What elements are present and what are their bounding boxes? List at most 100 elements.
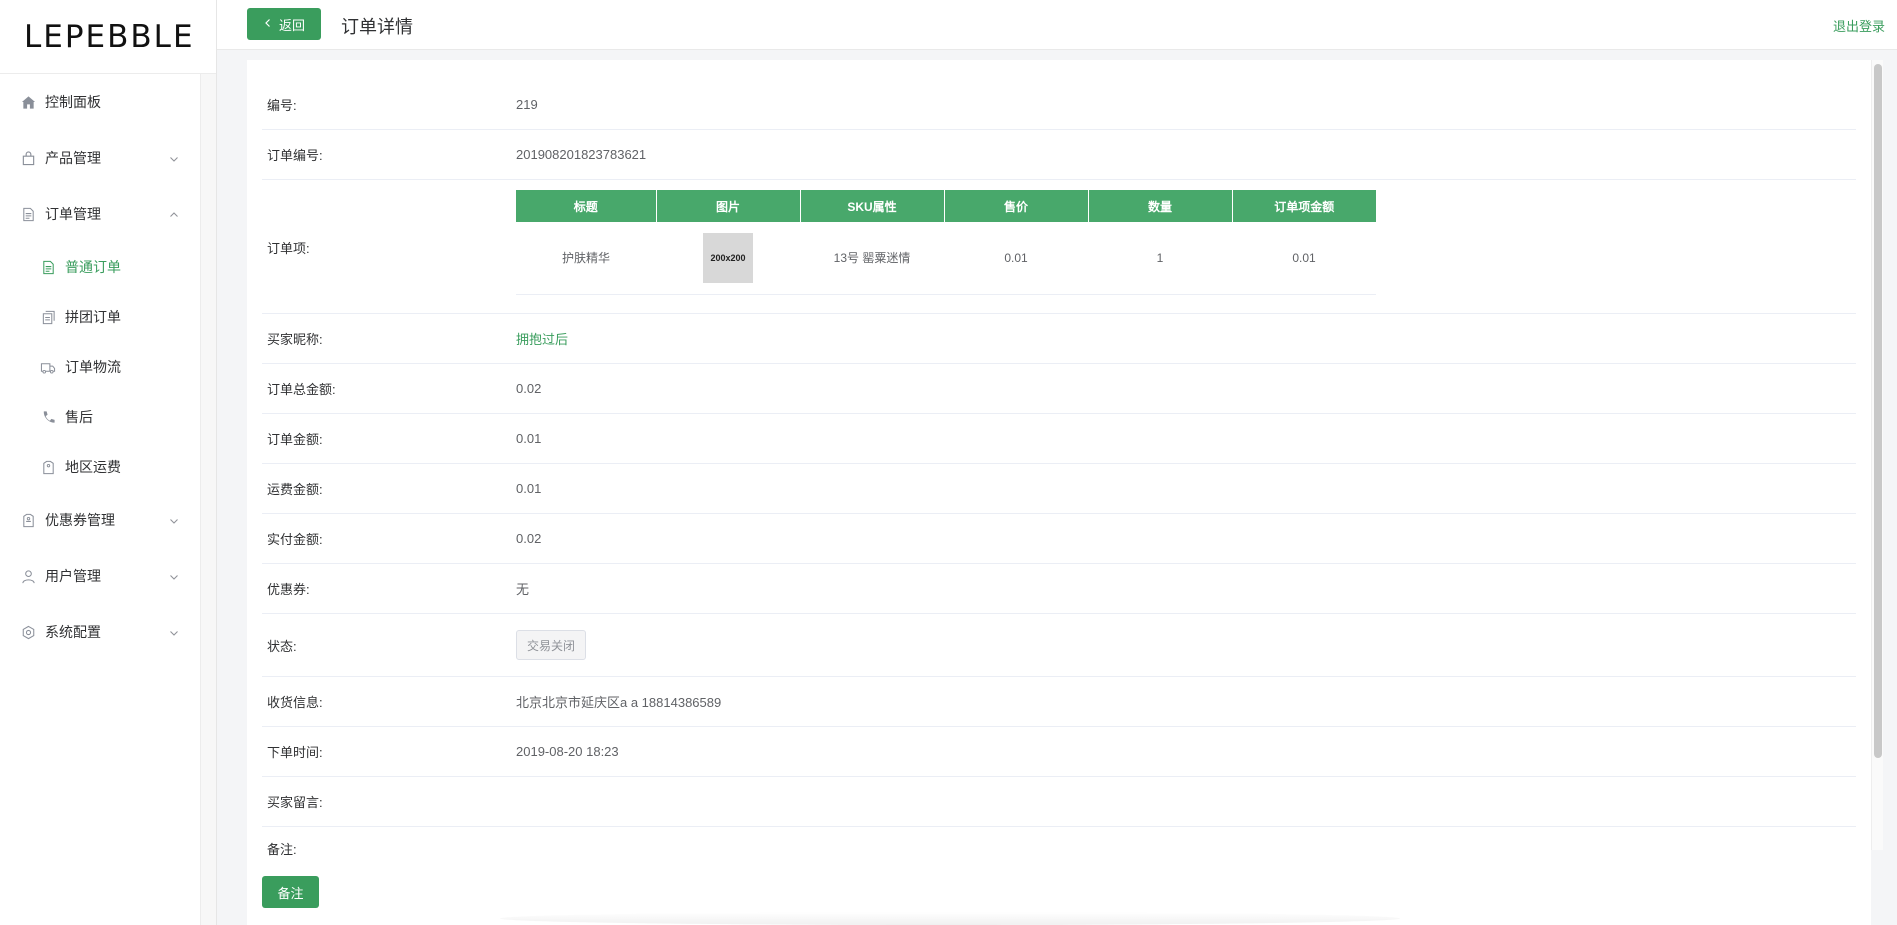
top-header: 返回 订单详情 退出登录 (217, 0, 1897, 50)
detail-row-remark: 备注: (262, 827, 1856, 862)
detail-row-coupon: 优惠券: 无 (262, 564, 1856, 614)
user-icon (20, 568, 36, 584)
content-scrollbar[interactable] (1871, 60, 1883, 850)
order-detail-card: 编号: 219 订单编号: 201908201823783621 订单项: 标题… (247, 60, 1871, 862)
coupon-icon (20, 512, 36, 528)
buyer-label: 买家昵称: (267, 332, 323, 347)
id-value: 219 (516, 97, 538, 112)
freight-label: 运费金额: (267, 482, 323, 497)
sidebar-item-label: 普通订单 (65, 259, 121, 275)
sidebar-item-region-freight[interactable]: 地区运费 (0, 442, 200, 492)
freight-value: 0.01 (516, 481, 542, 496)
coupon-label: 优惠券: (267, 582, 310, 597)
sidebar-item-label: 售后 (65, 409, 93, 425)
sidebar-item-label: 拼团订单 (65, 309, 121, 325)
id-label: 编号: (267, 98, 297, 113)
item-sku: 13号 罂粟迷情 (800, 222, 944, 295)
detail-row-order-no: 订单编号: 201908201823783621 (262, 130, 1856, 180)
order-items-table: 标题 图片 SKU属性 售价 数量 订单项金额 护肤精华 200x200 13号… (516, 190, 1376, 295)
sidebar-item-system-config[interactable]: 系统配置 (0, 604, 200, 660)
logout-link[interactable]: 退出登录 (1833, 16, 1885, 35)
page-title: 订单详情 (341, 17, 413, 37)
sidebar-item-dashboard[interactable]: 控制面板 (0, 74, 200, 130)
column-header: 标题 (516, 190, 657, 222)
remark-label: 备注: (267, 842, 297, 857)
document-icon (20, 206, 36, 222)
logo: LEPEBBLE (0, 0, 216, 74)
status-badge: 交易关闭 (516, 630, 587, 660)
sidebar-item-products[interactable]: 产品管理 (0, 130, 200, 186)
sidebar-item-orders[interactable]: 订单管理 (0, 186, 200, 242)
chevron-down-icon (168, 570, 180, 582)
order-amount-value: 0.01 (516, 431, 542, 446)
app-root: LEPEBBLE 控制面板 产品管理 订单管理 普通订单 拼团订单 订单物流 售… (0, 0, 1897, 925)
column-header: 图片 (656, 190, 801, 222)
document-icon (40, 259, 56, 275)
back-button-label: 返回 (278, 17, 305, 33)
column-header: 售价 (944, 190, 1089, 222)
chevron-left-icon (263, 17, 273, 31)
column-header: SKU属性 (800, 190, 945, 222)
item-image-cell: 200x200 (656, 222, 800, 295)
buyer-link[interactable]: 拥抱过后 (516, 329, 568, 348)
total-value: 0.02 (516, 381, 542, 396)
total-label: 订单总金额: (267, 382, 336, 397)
bottom-shadow (500, 912, 1400, 925)
detail-row-id: 编号: 219 (262, 80, 1856, 130)
product-thumbnail[interactable]: 200x200 (703, 232, 753, 283)
column-header: 数量 (1088, 190, 1233, 222)
detail-row-order-amount: 订单金额: 0.01 (262, 414, 1856, 464)
orders-submenu: 普通订单 拼团订单 订单物流 售后 地区运费 (0, 242, 216, 492)
items-label: 订单项: (267, 241, 310, 256)
detail-row-total: 订单总金额: 0.02 (262, 364, 1856, 414)
item-title: 护肤精华 (516, 222, 656, 295)
detail-row-time: 下单时间: 2019-08-20 18:23 (262, 727, 1856, 777)
sidebar-item-label: 优惠券管理 (45, 512, 115, 528)
status-label: 状态: (267, 638, 297, 654)
table-row: 护肤精华 200x200 13号 罂粟迷情 0.01 1 0.01 (516, 222, 1376, 295)
detail-row-message: 买家留言: (262, 777, 1856, 827)
tag-icon (40, 459, 56, 475)
truck-icon (40, 359, 56, 375)
back-button[interactable]: 返回 (247, 8, 321, 40)
detail-row-buyer: 买家昵称: 拥抱过后 (262, 314, 1856, 364)
sidebar-item-coupons[interactable]: 优惠券管理 (0, 492, 200, 548)
paid-label: 实付金额: (267, 532, 323, 547)
sidebar-item-label: 产品管理 (45, 150, 101, 166)
sidebar-item-label: 订单管理 (45, 206, 101, 222)
gear-icon (20, 624, 36, 640)
item-price: 0.01 (944, 222, 1088, 295)
order-no-label: 订单编号: (267, 148, 323, 163)
message-label: 买家留言: (267, 795, 323, 810)
sidebar-menu: 控制面板 产品管理 订单管理 普通订单 拼团订单 订单物流 售后 地区运费 优惠… (0, 74, 216, 660)
sidebar-item-label: 地区运费 (65, 459, 121, 475)
scrollbar-thumb[interactable] (1874, 64, 1882, 758)
chevron-down-icon (168, 152, 180, 164)
table-header-row: 标题 图片 SKU属性 售价 数量 订单项金额 (516, 190, 1376, 222)
sidebar-item-logistics[interactable]: 订单物流 (0, 342, 200, 392)
sidebar-item-label: 系统配置 (45, 624, 101, 640)
sidebar-item-label: 控制面板 (45, 94, 101, 110)
address-label: 收货信息: (267, 695, 323, 710)
sidebar-item-normal-orders[interactable]: 普通订单 (0, 242, 200, 292)
bag-icon (20, 150, 36, 166)
sidebar-item-label: 用户管理 (45, 568, 101, 584)
order-amount-label: 订单金额: (267, 432, 323, 447)
column-header: 订单项金额 (1232, 190, 1376, 222)
home-icon (20, 94, 36, 110)
sidebar-scrollbar[interactable] (200, 74, 216, 925)
detail-row-address: 收货信息: 北京北京市延庆区a a 18814386589 (262, 677, 1856, 727)
chevron-down-icon (168, 514, 180, 526)
copy-icon (40, 309, 56, 325)
sidebar-item-label: 订单物流 (65, 359, 121, 375)
chevron-down-icon (168, 626, 180, 638)
order-no-value: 201908201823783621 (516, 147, 647, 162)
detail-row-paid: 实付金额: 0.02 (262, 514, 1856, 564)
sidebar-item-after-sales[interactable]: 售后 (0, 392, 200, 442)
time-label: 下单时间: (267, 745, 323, 760)
remark-button[interactable]: 备注 (262, 876, 319, 908)
sidebar-item-group-orders[interactable]: 拼团订单 (0, 292, 200, 342)
sidebar-item-users[interactable]: 用户管理 (0, 548, 200, 604)
paid-value: 0.02 (516, 531, 542, 546)
phone-icon (40, 409, 56, 425)
